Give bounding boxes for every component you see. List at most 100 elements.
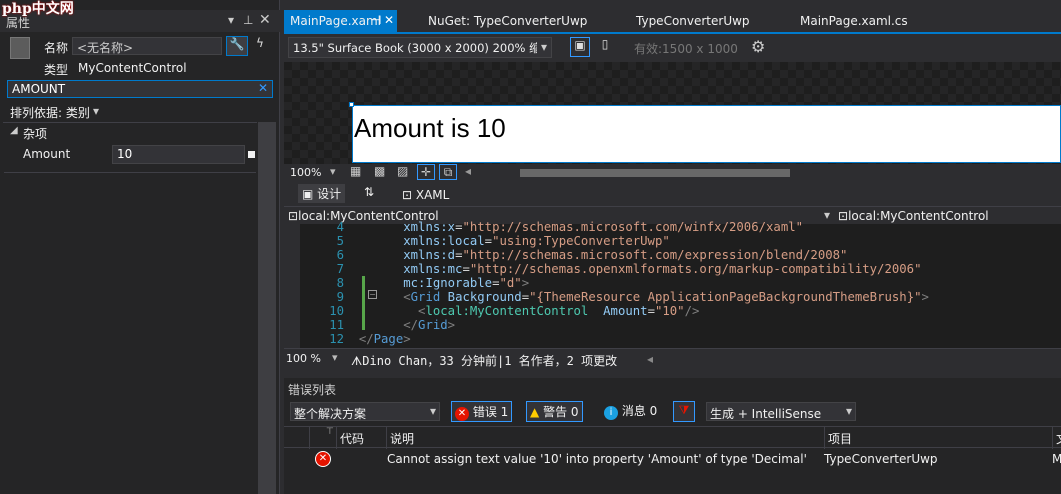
line-number: 8	[336, 276, 344, 290]
chevron-down-icon[interactable]: ▾	[330, 165, 336, 178]
divider	[3, 122, 257, 123]
design-icon: ▣	[302, 187, 318, 201]
designer-status-bar: 100% ▾ ▦ ▩ ▨ ✛ ⧉ ◂	[284, 164, 1061, 182]
zoom-dropdown[interactable]: 100%	[290, 166, 321, 179]
close-icon[interactable]: ✕	[259, 12, 271, 28]
close-icon[interactable]: ✕	[384, 13, 394, 27]
property-search-input[interactable]: AMOUNT ✕	[7, 80, 273, 98]
horizontal-scroll-thumb[interactable]	[520, 169, 790, 177]
line-number: 9	[336, 290, 344, 304]
line-number: 4	[336, 220, 344, 234]
snap-grid-icon[interactable]: ▩	[374, 164, 385, 178]
tab-label: MainPage.xaml	[290, 14, 381, 28]
tab-mainpage-xaml[interactable]: MainPage.xaml ⊣ ✕	[284, 10, 397, 32]
chevron-down-icon: ▾	[540, 40, 547, 54]
amount-label: Amount	[23, 147, 71, 161]
code-line[interactable]: 9 <Grid Background="{ThemeResource Appli…	[314, 290, 1059, 304]
line-number: 5	[336, 234, 344, 248]
events-lightning-button[interactable]: ϟ	[250, 36, 270, 56]
info-icon: i	[604, 406, 618, 420]
error-scope-value: 整个解决方案	[294, 407, 367, 421]
designer-toolbar: 13.5" Surface Book (3000 x 2000) 200% 缩放…	[284, 34, 1061, 61]
pin-icon[interactable]: ⊣	[371, 13, 381, 27]
line-number: 6	[336, 248, 344, 262]
sort-by-dropdown[interactable]: 排列依据: 类别	[10, 104, 90, 121]
pin-icon[interactable]: ⊥	[243, 13, 253, 27]
tab-design[interactable]: ▣ 设计	[298, 184, 346, 203]
column-project[interactable]: 项目	[828, 430, 852, 447]
element-icon: ⊡	[288, 209, 299, 223]
properties-wrench-button[interactable]: 🔧	[226, 36, 248, 56]
code-line[interactable]: 11 </Grid>	[314, 318, 1059, 332]
messages-filter-button[interactable]: i 消息 0	[601, 401, 660, 422]
warnings-filter-button[interactable]: ▲ 警告 0	[526, 401, 583, 422]
device-dropdown[interactable]: 13.5" Surface Book (3000 x 2000) 200% 缩放…	[288, 37, 552, 58]
code-line[interactable]: 6 xmlns:d="http://schemas.microsoft.com/…	[314, 248, 1059, 262]
tab-mainpage-cs[interactable]: MainPage.xaml.cs	[794, 10, 914, 32]
errors-filter-button[interactable]: ✕ 错误 1	[451, 401, 513, 422]
portrait-icon[interactable]: ▯	[596, 37, 614, 57]
build-source-value: 生成 + IntelliSense	[710, 407, 822, 421]
column-options-icon[interactable]: ⊤	[326, 427, 334, 437]
type-value: MyContentControl	[78, 61, 187, 75]
properties-scrollbar[interactable]	[258, 122, 276, 494]
code-editor[interactable]: − 4 xmlns:x="http://schemas.microsoft.co…	[284, 220, 1061, 348]
codelens-info[interactable]: ᗑDino Chan，33 分钟前|1 名作者，2 项更改	[351, 352, 617, 369]
column-description[interactable]: 说明	[390, 430, 414, 447]
code-line[interactable]: 4 xmlns:x="http://schemas.microsoft.com/…	[314, 220, 1059, 234]
watermark-logo: php中文网	[2, 1, 74, 17]
code-line[interactable]: 12 </Page>	[314, 332, 1059, 346]
code-line[interactable]: 8 mc:Ignorable="d">	[314, 276, 1059, 290]
element-icon	[10, 37, 30, 59]
xaml-icon: ⊡	[402, 188, 416, 202]
filter-icon[interactable]: ⧩	[673, 401, 695, 422]
project-code-icon[interactable]: ⧉	[439, 164, 457, 180]
property-marker-icon[interactable]	[248, 151, 255, 158]
tab-nuget[interactable]: NuGet: TypeConverterUwp	[422, 10, 593, 32]
amount-input[interactable]: 10	[112, 145, 245, 164]
table-row[interactable]: ✕ Cannot assign text value '10' into pro…	[284, 448, 1061, 470]
column-divider	[386, 427, 387, 449]
scroll-left-icon[interactable]: ◂	[465, 164, 471, 178]
collapse-triangle-icon[interactable]: ◢	[10, 125, 18, 136]
messages-count-label: 消息 0	[621, 404, 658, 418]
design-label: 设计	[317, 187, 342, 201]
chevron-down-icon: ▾	[845, 404, 852, 418]
type-label: 类型	[44, 63, 69, 77]
chevron-down-icon[interactable]: ▾	[332, 351, 338, 364]
document-tab-bar: MainPage.xaml ⊣ ✕ NuGet: TypeConverterUw…	[284, 10, 1061, 32]
code-line[interactable]: 7 xmlns:mc="http://schemas.openxmlformat…	[314, 262, 1059, 276]
dropdown-arrow-icon[interactable]: ▾	[228, 13, 234, 27]
line-number: 11	[329, 318, 344, 332]
name-value: <无名称>	[77, 41, 134, 55]
snap-lines-icon[interactable]: ✛	[417, 164, 435, 180]
landscape-icon[interactable]: ▣	[570, 37, 590, 57]
chevron-down-icon: ▾	[429, 404, 436, 418]
artboard-icon[interactable]: ▨	[397, 164, 408, 178]
clear-search-icon[interactable]: ✕	[258, 81, 268, 95]
tab-xaml[interactable]: ⊡ XAML	[402, 188, 449, 202]
warnings-count-label: 警告 0	[543, 405, 579, 419]
editor-zoom[interactable]: 100 %	[286, 352, 321, 365]
code-line[interactable]: 10 <local:MyContentControl Amount="10"/>	[314, 304, 1059, 318]
column-divider	[336, 427, 337, 449]
column-file[interactable]: 文	[1056, 430, 1061, 447]
xaml-label: XAML	[415, 188, 450, 202]
error-scope-dropdown[interactable]: 整个解决方案 ▾	[290, 402, 440, 421]
code-line[interactable]: 5 xmlns:local="using:TypeConverterUwp"	[314, 234, 1059, 248]
swap-panes-icon[interactable]: ⇅	[364, 185, 374, 199]
gear-icon[interactable]: ⚙	[751, 37, 765, 56]
grid-icon[interactable]: ▦	[350, 164, 361, 178]
category-header: 杂项	[23, 127, 48, 141]
build-source-dropdown[interactable]: 生成 + IntelliSense ▾	[706, 402, 856, 421]
selection-handle-icon[interactable]	[349, 102, 354, 107]
scroll-left-icon[interactable]: ◂	[647, 352, 653, 366]
amount-value: 10	[117, 147, 133, 161]
name-field[interactable]: <无名称>	[72, 37, 222, 55]
line-number: 7	[336, 262, 344, 276]
chevron-down-icon[interactable]: ▾	[93, 104, 99, 118]
column-code[interactable]: 代码	[340, 430, 364, 447]
name-label: 名称	[44, 41, 69, 55]
line-number: 10	[329, 304, 344, 318]
tab-project[interactable]: TypeConverterUwp	[630, 10, 756, 32]
